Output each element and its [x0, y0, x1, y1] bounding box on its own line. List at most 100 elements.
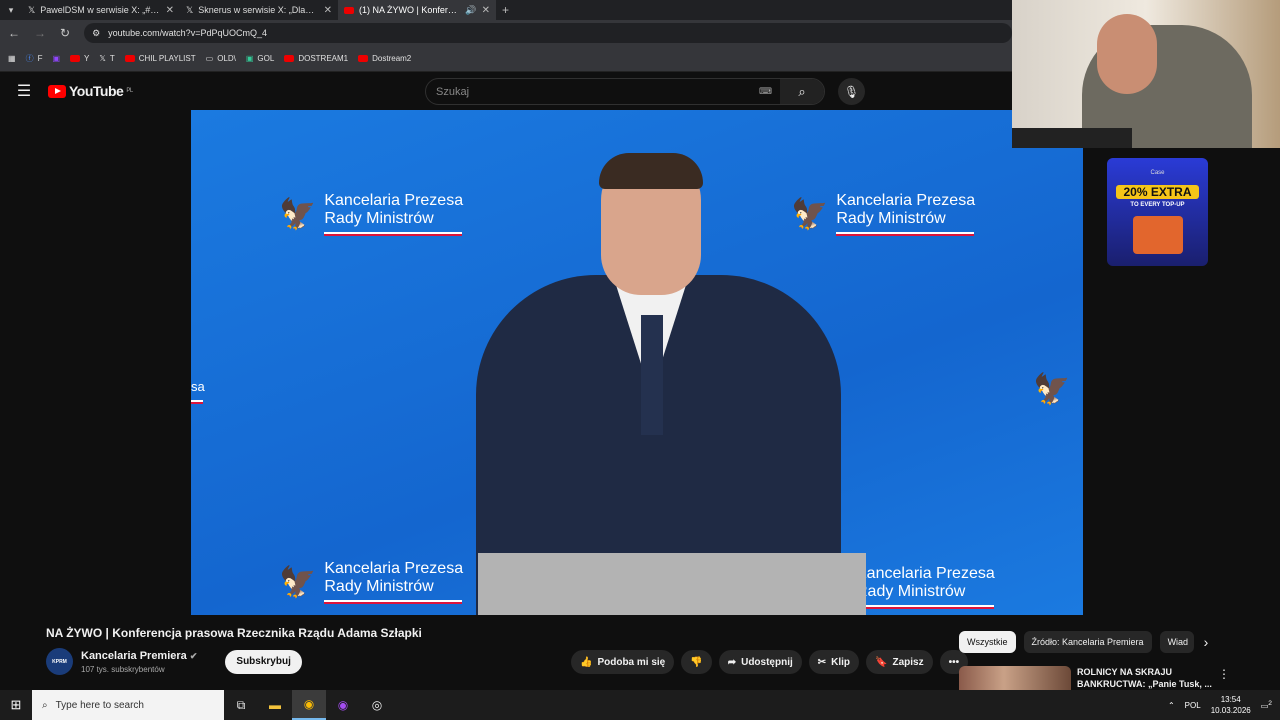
- bookmark-item[interactable]: ▣: [52, 54, 60, 63]
- watermark-fragment: sa: [191, 378, 205, 404]
- bookmark-item[interactable]: ▣ GOL: [246, 54, 274, 63]
- tab-title: Sknerus w serwisie X: „Dlacze: [198, 5, 319, 15]
- new-tab-button[interactable]: +: [502, 3, 509, 17]
- clock[interactable]: 13:54 10.03.2026: [1211, 694, 1251, 716]
- youtube-icon: [70, 55, 81, 62]
- tab-title: PawelDSM w serwisie X: „#brut: [40, 5, 161, 15]
- related-video-thumbnail[interactable]: [959, 666, 1071, 692]
- search-button[interactable]: ⌕: [780, 79, 824, 104]
- address-bar[interactable]: ⚙ youtube.com/watch?v=PdPqUOCmQ_4: [84, 23, 1012, 43]
- channel-avatar[interactable]: KPRM: [46, 648, 73, 675]
- browser-tab-2[interactable]: 𝕏 Sknerus w serwisie X: „Dlacze ✕: [180, 0, 338, 20]
- treasure-chest-icon: [1132, 216, 1183, 254]
- language-indicator[interactable]: POL: [1185, 701, 1201, 710]
- eagle-emblem-icon: 🦅: [279, 197, 317, 231]
- podium: [478, 553, 866, 615]
- forward-icon[interactable]: →: [34, 26, 46, 40]
- chrome-icon[interactable]: ◉: [292, 690, 326, 720]
- bookmark-icon: 🔖: [875, 656, 888, 668]
- apps-grid-icon[interactable]: ▦: [8, 54, 16, 63]
- windows-start-icon[interactable]: ⊞: [0, 697, 32, 713]
- close-tab-icon[interactable]: ✕: [324, 5, 332, 16]
- bookmark-item[interactable]: ⓕ F: [26, 53, 43, 64]
- notifications-icon[interactable]: ▭2: [1261, 700, 1272, 711]
- voice-search-button[interactable]: 🎙: [838, 78, 865, 105]
- youtube-logo[interactable]: YouTube PL: [48, 83, 133, 99]
- clip-button[interactable]: ✂ Klip: [808, 650, 860, 674]
- bookmark-folder[interactable]: ▭ OLD\: [206, 54, 236, 63]
- messenger-icon[interactable]: ◉: [326, 690, 360, 720]
- back-icon[interactable]: ←: [8, 26, 20, 40]
- chip-source[interactable]: Źródło: Kancelaria Premiera: [1023, 631, 1152, 653]
- browser-tab-1[interactable]: 𝕏 PawelDSM w serwisie X: „#brut ✕: [22, 0, 180, 20]
- gol-icon: ▣: [245, 54, 254, 63]
- tab-search-menu-icon[interactable]: ▾: [0, 5, 22, 16]
- share-button[interactable]: ➦ Udostępnij: [718, 650, 802, 674]
- youtube-icon: [124, 55, 135, 62]
- windows-taskbar: ⊞ ⌕ Type here to search ⧉ ▬ ◉ ◉ ◎ ⌃ POL 1…: [0, 690, 1280, 720]
- bookmark-item[interactable]: Dostream2: [358, 54, 411, 63]
- search-input[interactable]: Szukaj: [426, 86, 759, 98]
- bookmark-item[interactable]: Y: [70, 54, 89, 63]
- ad-banner[interactable]: Case 20% EXTRA TO EVERY TOP-UP: [1107, 158, 1208, 266]
- url-text: youtube.com/watch?v=PdPqUOCmQ_4: [108, 28, 267, 38]
- audio-playing-icon[interactable]: 🔊: [465, 5, 476, 16]
- eagle-emblem-icon: 🦅: [1033, 373, 1071, 406]
- watermark-logo: 🦅 Kancelaria Prezesa Rady Ministrów: [279, 560, 463, 604]
- chip-all[interactable]: Wszystkie: [959, 631, 1016, 653]
- facebook-icon: ⓕ: [25, 54, 34, 63]
- scissors-icon: ✂: [817, 656, 827, 668]
- obs-icon[interactable]: ◎: [360, 690, 394, 720]
- browser-tab-strip: ▾ 𝕏 PawelDSM w serwisie X: „#brut ✕ 𝕏 Sk…: [0, 0, 1012, 20]
- search-icon: ⌕: [42, 699, 48, 711]
- youtube-header: ☰ YouTube PL Szukaj ⌨ ⌕ 🎙: [0, 72, 1012, 110]
- channel-row: KPRM Kancelaria Premiera ✔ 107 tys. subs…: [46, 648, 302, 675]
- hamburger-menu-icon[interactable]: ☰: [0, 81, 48, 101]
- file-explorer-icon[interactable]: ▬: [258, 690, 292, 720]
- chevron-up-icon[interactable]: ⌃: [1168, 701, 1175, 710]
- related-video-title[interactable]: ROLNICY NA SKRAJU BANKRUCTWA: „Panie Tus…: [1077, 666, 1217, 690]
- search-box: Szukaj ⌨ ⌕: [425, 78, 825, 105]
- youtube-icon: [284, 55, 295, 62]
- folder-icon: ▭: [205, 54, 214, 63]
- more-vertical-icon[interactable]: ⋮: [1218, 667, 1230, 681]
- ad-subline: TO EVERY TOP-UP: [1130, 202, 1185, 208]
- taskbar-search[interactable]: ⌕ Type here to search: [32, 690, 224, 720]
- close-tab-icon[interactable]: ✕: [482, 5, 490, 16]
- youtube-icon: [358, 55, 369, 62]
- chip-news[interactable]: Wiad: [1159, 631, 1194, 653]
- microphone-icon: 🎙: [843, 84, 860, 99]
- channel-name[interactable]: Kancelaria Premiera ✔: [81, 650, 197, 662]
- task-view-icon[interactable]: ⧉: [224, 690, 258, 720]
- thumbs-down-icon: 👎: [690, 656, 703, 668]
- related-filter-chips: Wszystkie Źródło: Kancelaria Premiera Wi…: [959, 631, 1208, 653]
- address-toolbar: ← → ↻ ⚙ youtube.com/watch?v=PdPqUOCmQ_4: [0, 20, 1012, 46]
- x-icon: 𝕏: [186, 4, 194, 15]
- action-bar: 👍 Podoba mi się 👎 ➦ Udostępnij ✂ Klip 🔖 Zapi…: [571, 650, 969, 674]
- bookmark-item[interactable]: CHIL PLAYLIST: [124, 54, 196, 63]
- video-title: NA ŻYWO | Konferencja prasowa Rzecznika …: [46, 626, 422, 640]
- youtube-icon: [344, 6, 354, 14]
- save-button[interactable]: 🔖 Zapisz: [866, 650, 933, 674]
- like-button[interactable]: 👍 Podoba mi się: [571, 650, 675, 674]
- reload-icon[interactable]: ↻: [60, 26, 70, 40]
- thumbs-up-icon: 👍: [580, 656, 593, 668]
- x-icon: 𝕏: [28, 4, 36, 15]
- keyboard-icon[interactable]: ⌨: [759, 86, 772, 97]
- browser-tab-3[interactable]: (1) NA ŻYWO | Konferencja 🔊 ✕: [338, 0, 496, 20]
- video-player[interactable]: 🦅 Kancelaria Prezesa Rady Ministrów 🦅 Kan…: [191, 110, 1083, 615]
- bookmark-item[interactable]: 𝕏T: [99, 54, 114, 63]
- watermark-logo: 🦅 Kancelaria Prezesa Rady Ministrów: [279, 192, 463, 236]
- eagle-emblem-icon: 🦅: [279, 565, 317, 599]
- ad-brand: Case: [1150, 170, 1165, 176]
- subscribe-button[interactable]: Subskrybuj: [225, 649, 302, 674]
- search-icon: ⌕: [798, 83, 806, 99]
- site-info-icon[interactable]: ⚙: [92, 28, 100, 39]
- close-tab-icon[interactable]: ✕: [166, 5, 174, 16]
- watermark-logo: Kancelaria Prezesa Rady Ministrów: [856, 565, 995, 609]
- chevron-right-icon[interactable]: ›: [1204, 634, 1209, 650]
- bookmarks-bar: ▦ ⓕ F ▣ Y 𝕏T CHIL PLAYLIST ▭ OLD\ ▣ GOL DOS…: [0, 46, 1012, 72]
- dislike-button[interactable]: 👎: [681, 650, 712, 674]
- ad-headline: 20% EXTRA: [1116, 185, 1199, 199]
- bookmark-item[interactable]: DOSTREAM1: [284, 54, 348, 63]
